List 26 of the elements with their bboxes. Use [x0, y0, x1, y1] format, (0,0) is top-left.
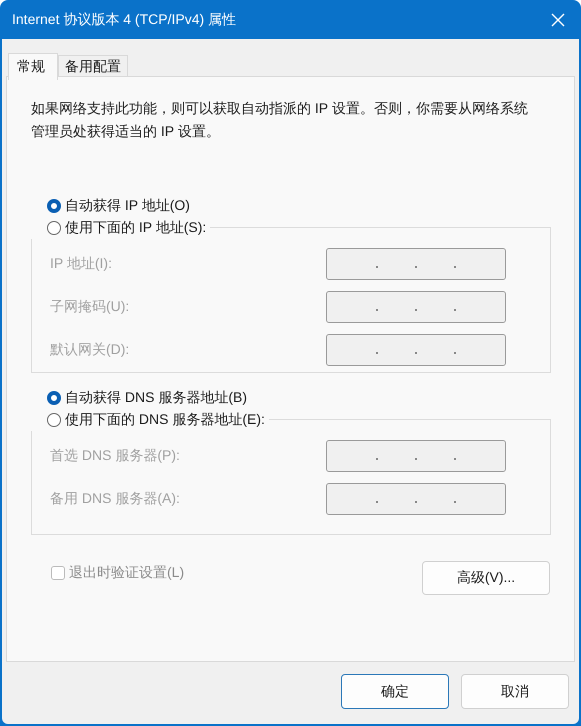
- radio-button[interactable]: [47, 199, 61, 213]
- ip-address-field[interactable]: [326, 248, 506, 280]
- advanced-button[interactable]: 高级(V)...: [422, 561, 550, 595]
- radio-label: 使用下面的 DNS 服务器地址(E):: [65, 411, 265, 429]
- field-label: IP 地址(I):: [50, 255, 112, 273]
- ip-address-field[interactable]: [326, 334, 506, 366]
- radio-label: 自动获得 DNS 服务器地址(B): [65, 389, 247, 407]
- ip-address-field[interactable]: [326, 291, 506, 323]
- dialog-button[interactable]: 取消: [461, 674, 569, 709]
- dialog-button[interactable]: 确定: [341, 674, 449, 709]
- radio-button[interactable]: [47, 413, 61, 427]
- field-label: 备用 DNS 服务器(A):: [50, 490, 180, 508]
- field-label: 首选 DNS 服务器(P):: [50, 447, 180, 465]
- window-title: Internet 协议版本 4 (TCP/IPv4) 属性: [12, 10, 236, 28]
- field-label: 子网掩码(U):: [50, 298, 130, 316]
- radio-button[interactable]: [47, 221, 61, 235]
- radio-button[interactable]: [47, 391, 61, 405]
- ip-address-field[interactable]: [326, 483, 506, 515]
- description-text: 如果网络支持此功能，则可以获取自动指派的 IP 设置。否则，你需要从网络系统管理员处获得适当的 IP 设置。: [31, 99, 529, 141]
- field-label: 默认网关(D):: [50, 341, 130, 359]
- tab[interactable]: 备用配置: [58, 55, 128, 78]
- ip-address-field[interactable]: [326, 440, 506, 472]
- radio-label: 自动获得 IP 地址(O): [65, 197, 190, 215]
- checkbox-label: 退出时验证设置(L): [69, 564, 184, 582]
- radio-label: 使用下面的 IP 地址(S):: [65, 219, 206, 237]
- tab[interactable]: 常规: [8, 53, 58, 80]
